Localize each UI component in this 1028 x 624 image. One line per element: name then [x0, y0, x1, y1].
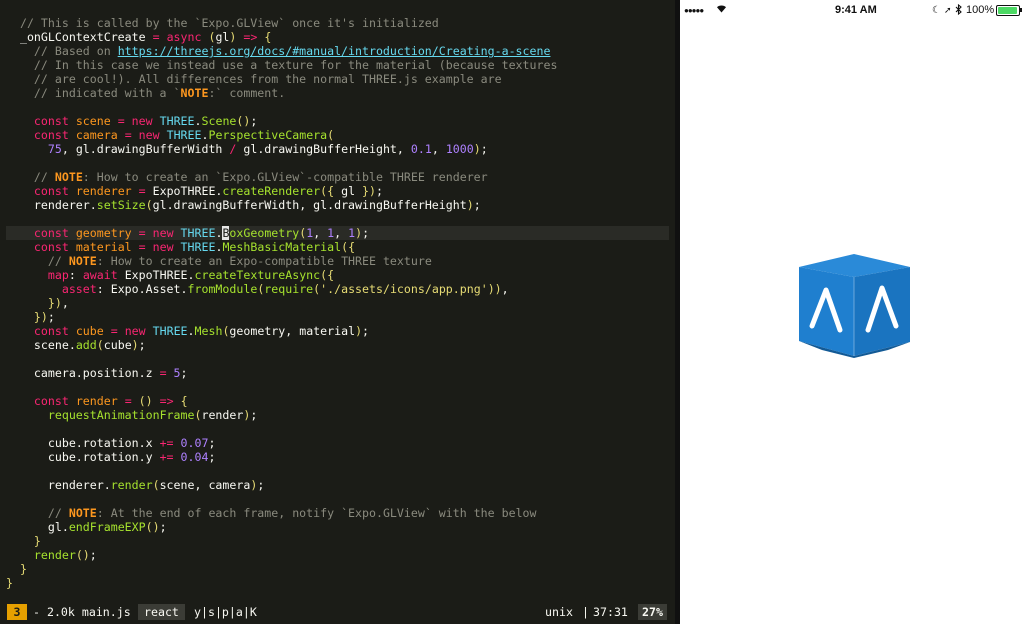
code-line[interactable]: } [6, 534, 675, 548]
code-area[interactable]: // This is called by the `Expo.GLView` o… [6, 16, 675, 590]
ios-status-bar: ●●●●● 9:41 AM ☾ ➚ 100% [680, 0, 1028, 20]
code-line[interactable]: // NOTE: At the end of each frame, notif… [6, 506, 675, 520]
code-line[interactable]: 75, gl.drawingBufferWidth / gl.drawingBu… [6, 142, 675, 156]
filetype-badge: react [138, 604, 185, 620]
status-line: 3 - 2.0k main.js react y|s|p|a|K unix | … [0, 604, 675, 620]
code-line[interactable]: map: await ExpoTHREE.createTextureAsync(… [6, 268, 675, 282]
code-line[interactable]: const render = () => { [6, 394, 675, 408]
code-line[interactable]: const renderer = ExpoTHREE.createRendere… [6, 184, 675, 198]
code-editor[interactable]: // This is called by the `Expo.GLView` o… [0, 0, 675, 624]
code-line[interactable]: renderer.render(scene, camera); [6, 478, 675, 492]
code-line[interactable] [6, 464, 675, 478]
code-line[interactable]: renderer.setSize(gl.drawingBufferWidth, … [6, 198, 675, 212]
code-line[interactable]: // Based on https://threejs.org/docs/#ma… [6, 44, 675, 58]
code-line[interactable]: // This is called by the `Expo.GLView` o… [6, 16, 675, 30]
code-line[interactable]: // NOTE: How to create an `Expo.GLView`-… [6, 170, 675, 184]
code-line[interactable]: // indicated with a `NOTE:` comment. [6, 86, 675, 100]
code-line[interactable]: // are cool!). All differences from the … [6, 72, 675, 86]
code-line[interactable] [6, 156, 675, 170]
code-line[interactable]: render(); [6, 548, 675, 562]
code-line[interactable]: scene.add(cube); [6, 338, 675, 352]
scroll-percent: 27% [638, 604, 667, 620]
code-line[interactable]: // NOTE: How to create an Expo-compatibl… [6, 254, 675, 268]
text-cursor: B [222, 226, 230, 240]
code-line[interactable]: cube.rotation.x += 0.07; [6, 436, 675, 450]
command-line[interactable] [0, 620, 675, 624]
cube-right-face [854, 267, 910, 356]
code-line[interactable] [6, 100, 675, 114]
battery-icon [996, 4, 1022, 17]
status-flags: y|s|p|a|K [194, 605, 257, 619]
signal-strength: ●●●●● [684, 6, 704, 15]
location-arrow-icon: ➚ [944, 5, 952, 15]
code-line[interactable]: const geometry = new THREE.BoxGeometry(1… [6, 226, 675, 240]
bluetooth-icon [955, 3, 962, 19]
code-line[interactable]: asset: Expo.Asset.fromModule(require('./… [6, 282, 675, 296]
code-line[interactable]: } [6, 576, 675, 590]
buffer-number-badge: 3 [7, 604, 27, 620]
moon-icon: ☾ [932, 5, 941, 16]
code-line[interactable]: cube.rotation.y += 0.04; [6, 450, 675, 464]
code-line[interactable]: }); [6, 310, 675, 324]
code-line[interactable]: requestAnimationFrame(render); [6, 408, 675, 422]
battery-percent: 100% [966, 4, 995, 16]
code-line[interactable] [6, 492, 675, 506]
clock: 9:41 AM [835, 4, 877, 16]
file-info: - 2.0k main.js [33, 605, 131, 619]
code-line[interactable]: const material = new THREE.MeshBasicMate… [6, 240, 675, 254]
code-line[interactable]: _onGLContextCreate = async (gl) => { [6, 30, 675, 44]
wifi-icon [716, 4, 727, 17]
code-line[interactable]: } [6, 562, 675, 576]
code-line[interactable]: const camera = new THREE.PerspectiveCame… [6, 128, 675, 142]
code-line[interactable]: gl.endFrameEXP(); [6, 520, 675, 534]
code-line[interactable]: const scene = new THREE.Scene(); [6, 114, 675, 128]
code-line[interactable] [6, 380, 675, 394]
cube-left-face [799, 267, 854, 356]
code-line[interactable] [6, 422, 675, 436]
code-line[interactable] [6, 352, 675, 366]
code-line[interactable]: // In this case we instead use a texture… [6, 58, 675, 72]
code-line[interactable]: camera.position.z = 5; [6, 366, 675, 380]
code-line[interactable] [6, 212, 675, 226]
file-encoding: unix [545, 605, 573, 619]
code-line[interactable]: const cube = new THREE.Mesh(geometry, ma… [6, 324, 675, 338]
rotating-cube-render [796, 252, 914, 363]
ios-simulator-screen[interactable]: ●●●●● 9:41 AM ☾ ➚ 100% [680, 0, 1028, 624]
cursor-position: 37:31 [593, 605, 628, 619]
code-line[interactable]: }), [6, 296, 675, 310]
